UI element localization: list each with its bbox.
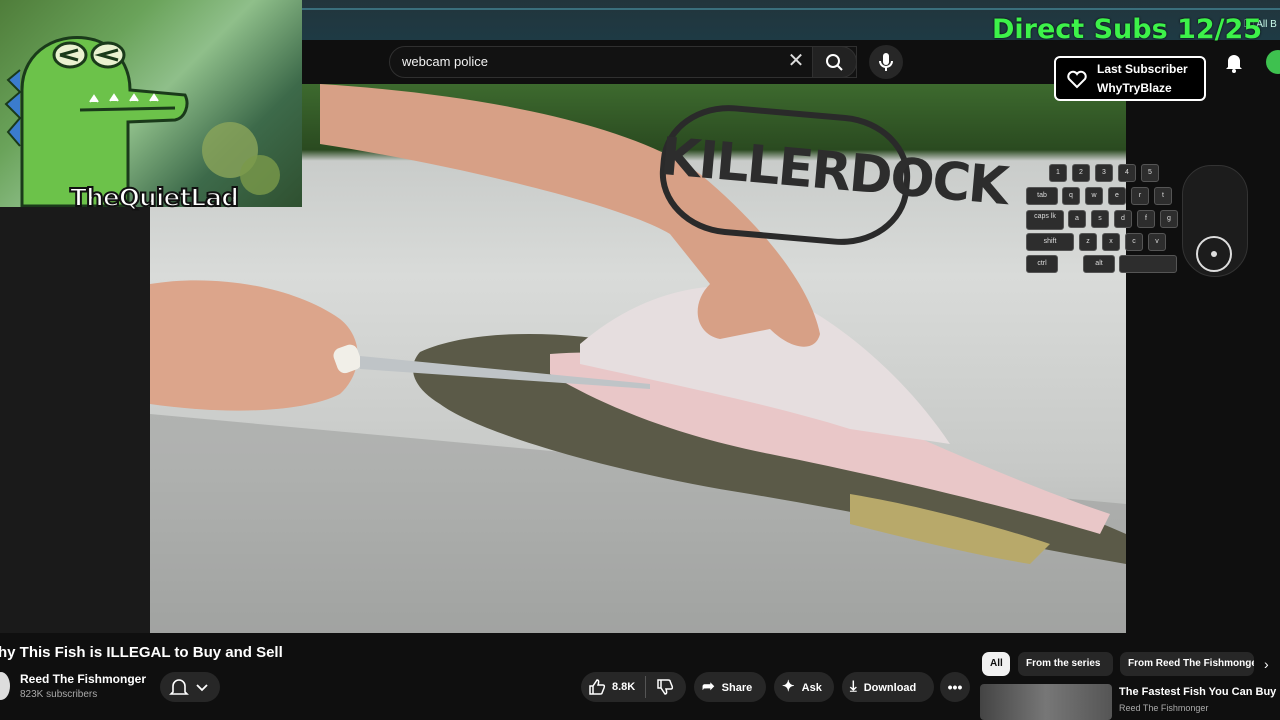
chip-all[interactable]: All <box>982 652 1010 676</box>
last-subscriber-name: WhyTryBlaze <box>1097 81 1172 95</box>
key: caps lk <box>1026 210 1064 230</box>
search-icon <box>826 54 843 71</box>
key: tab <box>1026 187 1058 205</box>
divider <box>645 676 646 698</box>
dislike-button[interactable] <box>655 677 675 697</box>
recommendation-channel: Reed The Fishmonger <box>1119 703 1209 713</box>
more-icon: ••• <box>947 679 963 695</box>
key: 4 <box>1118 164 1136 182</box>
sparkle-icon: ✦ <box>782 678 795 695</box>
channel-avatar[interactable] <box>0 672 10 700</box>
chip-from-channel[interactable]: From Reed The Fishmonger <box>1120 652 1254 676</box>
ask-button[interactable]: ✦ Ask <box>774 672 834 702</box>
bell-icon <box>169 679 189 695</box>
key: 2 <box>1072 164 1090 182</box>
key: s <box>1091 210 1109 228</box>
search-button[interactable] <box>812 46 857 78</box>
bell-icon <box>1226 55 1242 73</box>
key: q <box>1062 187 1080 205</box>
notifications-button[interactable] <box>1222 50 1246 74</box>
spacebar-key <box>1119 255 1177 273</box>
key: 3 <box>1095 164 1113 182</box>
key: c <box>1125 233 1143 251</box>
more-actions-button[interactable]: ••• <box>940 672 970 702</box>
thumbs-down-icon <box>657 679 674 695</box>
microphone-icon <box>879 53 893 71</box>
chevron-right-icon: › <box>1264 656 1269 672</box>
key: g <box>1160 210 1178 228</box>
key: 5 <box>1141 164 1159 182</box>
key: w <box>1085 187 1103 205</box>
last-subscriber-label: Last Subscriber <box>1097 62 1188 76</box>
thumbs-up-icon <box>589 679 606 695</box>
like-button[interactable] <box>587 677 607 697</box>
heart-icon <box>1066 68 1088 90</box>
subscriber-count: 823K subscribers <box>20 689 98 700</box>
voice-search-button[interactable] <box>869 45 903 79</box>
share-icon: ➦ <box>702 678 715 695</box>
key: t <box>1154 187 1172 205</box>
clear-search-button[interactable]: ✕ <box>784 50 808 74</box>
search-input[interactable]: webcam police <box>402 54 488 69</box>
close-icon: ✕ <box>787 50 805 72</box>
subscription-bell-button[interactable] <box>160 672 220 702</box>
key: d <box>1114 210 1132 228</box>
recommendation-title[interactable]: The Fastest Fish You Can Buy <box>1119 686 1276 698</box>
share-button[interactable]: ➦ Share <box>694 672 766 702</box>
key: ctrl <box>1026 255 1058 273</box>
key: a <box>1068 210 1086 228</box>
key: e <box>1108 187 1126 205</box>
key: x <box>1102 233 1120 251</box>
key: alt <box>1083 255 1115 273</box>
key: f <box>1137 210 1155 228</box>
streamer-cam-overlay <box>0 0 302 207</box>
crocodile-mascot-icon <box>4 35 280 207</box>
chevron-down-icon <box>196 684 208 692</box>
recommendation-thumbnail[interactable] <box>980 684 1112 720</box>
channel-name[interactable]: Reed The Fishmonger <box>20 672 146 686</box>
mouse-indicator <box>1196 236 1232 272</box>
subs-goal-counter: Direct Subs 12/25 <box>992 14 1263 45</box>
key: 1 <box>1049 164 1067 182</box>
left-background <box>0 207 150 633</box>
video-title: hy This Fish is ILLEGAL to Buy and Sell <box>0 644 283 661</box>
download-icon: ⤓ <box>850 678 857 695</box>
chip-from-the-series[interactable]: From the series <box>1018 652 1113 676</box>
streamer-name-label: TheQuietLad <box>69 182 240 213</box>
download-button[interactable]: ⤓ Download <box>842 672 934 702</box>
key: z <box>1079 233 1097 251</box>
like-count: 8.8K <box>612 681 636 693</box>
chips-next-button[interactable]: › <box>1264 656 1269 672</box>
key: shift <box>1026 233 1074 251</box>
key: v <box>1148 233 1166 251</box>
key: r <box>1131 187 1149 205</box>
